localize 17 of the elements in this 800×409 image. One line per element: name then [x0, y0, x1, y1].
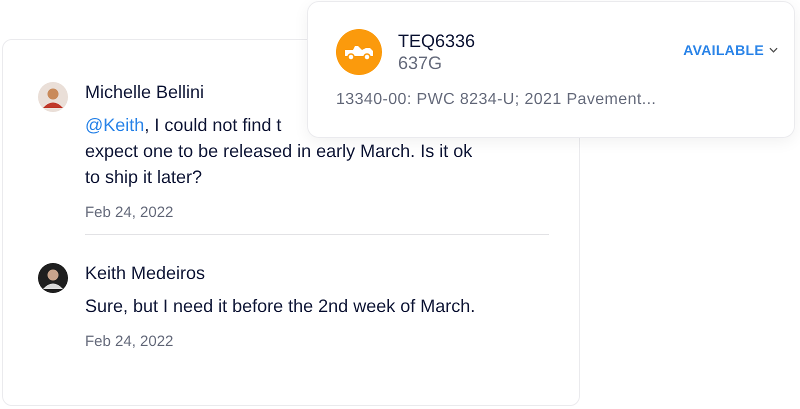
truck-icon: [336, 29, 382, 75]
vehicle-id: TEQ6336: [398, 30, 476, 52]
avatar-icon: [38, 263, 68, 293]
vehicle-code: 637G: [398, 52, 444, 74]
message-text: , I could not find t: [144, 115, 282, 135]
comment-date: Feb 24, 2022: [85, 204, 174, 221]
vehicle-description: 13340-00: PWC 8234-U; 2021 Pavement...: [336, 91, 658, 109]
avatar-icon: [38, 82, 68, 112]
message-text: expect one to be released in early March. Is it ok: [85, 141, 472, 161]
author-name: Michelle Bellini: [85, 81, 204, 104]
comment-date: Feb 24, 2022: [85, 333, 174, 350]
message-text: to ship it later?: [85, 167, 202, 187]
author-name: Keith Medeiros: [85, 262, 206, 285]
chevron-down-icon: [769, 47, 778, 53]
mention-link[interactable]: @Keith: [85, 115, 144, 135]
message-text: Sure, but I need it before the 2nd week of March.: [85, 296, 476, 316]
status-dropdown[interactable]: AVAILABLE: [683, 42, 778, 58]
